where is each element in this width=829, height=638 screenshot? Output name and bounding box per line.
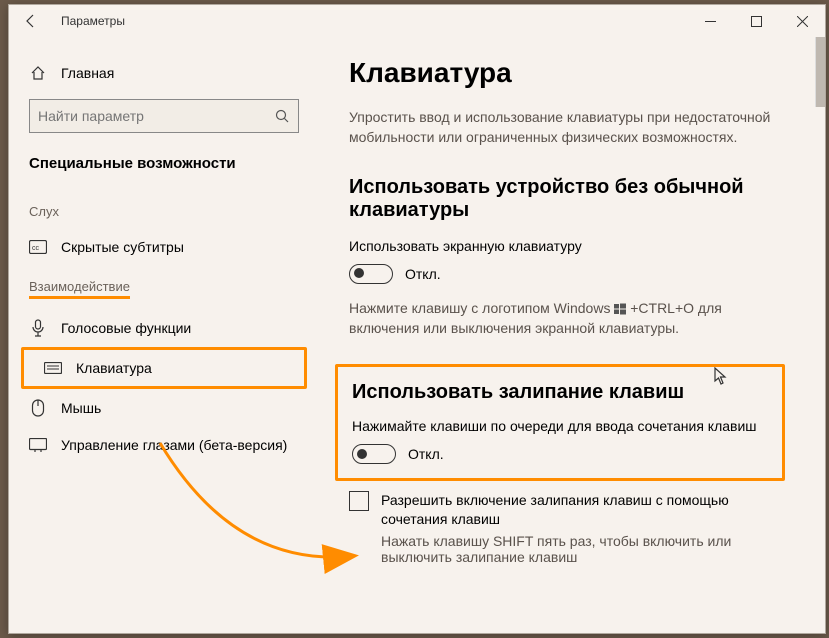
nav-closed-captions[interactable]: cc Скрытые субтитры	[9, 229, 319, 265]
osk-toggle-label: Использовать экранную клавиатуру	[349, 238, 795, 254]
captions-icon: cc	[29, 240, 47, 254]
sticky-heading: Использовать залипание клавиш	[352, 381, 768, 404]
sticky-toggle-state: Откл.	[408, 446, 444, 462]
settings-window: Параметры Главная Специальные возможност…	[8, 4, 826, 634]
page-title: Клавиатура	[349, 57, 795, 89]
sidebar: Главная Специальные возможности Слух cc …	[9, 37, 319, 633]
page-subtitle: Упростить ввод и использование клавиатур…	[349, 107, 795, 148]
nav-speech-label: Голосовые функции	[61, 320, 191, 336]
search-icon	[274, 108, 290, 124]
window-title: Параметры	[61, 14, 687, 28]
svg-text:cc: cc	[32, 245, 40, 252]
search-input[interactable]	[38, 108, 274, 124]
titlebar: Параметры	[9, 5, 825, 37]
nav-eye-control[interactable]: Управление глазами (бета-версия)	[9, 427, 319, 463]
keyboard-icon	[44, 362, 62, 374]
osk-toggle[interactable]	[349, 264, 393, 284]
cursor-icon	[714, 367, 728, 385]
nav-keyboard[interactable]: Клавиатура	[21, 347, 307, 389]
minimize-button[interactable]	[687, 5, 733, 37]
osk-hint: Нажмите клавишу с логотипом Windows +CTR…	[349, 298, 795, 339]
nav-mouse-label: Мышь	[61, 400, 101, 416]
home-icon	[29, 65, 47, 81]
sticky-toggle[interactable]	[352, 444, 396, 464]
windows-logo-icon	[614, 303, 626, 315]
eye-control-icon	[29, 438, 47, 452]
sticky-toggle-label: Нажимайте клавиши по очереди для ввода с…	[352, 418, 768, 434]
nav-home-label: Главная	[61, 65, 114, 81]
nav-eyecontrol-label: Управление глазами (бета-версия)	[61, 437, 287, 453]
sticky-shortcut-hint: Нажать клавишу SHIFT пять раз, чтобы вкл…	[381, 533, 795, 565]
osk-heading: Использовать устройство без обычной клав…	[349, 176, 795, 222]
sticky-shortcut-label: Разрешить включение залипания клавиш с п…	[381, 491, 795, 529]
sticky-shortcut-checkbox[interactable]	[349, 491, 369, 511]
search-box[interactable]	[29, 99, 299, 133]
back-button[interactable]	[23, 13, 47, 29]
nav-speech[interactable]: Голосовые функции	[9, 309, 319, 347]
scrollbar[interactable]	[815, 37, 825, 107]
mouse-icon	[29, 399, 47, 417]
main-content[interactable]: Клавиатура Упростить ввод и использовани…	[319, 37, 825, 633]
nav-captions-label: Скрытые субтитры	[61, 239, 184, 255]
maximize-button[interactable]	[733, 5, 779, 37]
nav-mouse[interactable]: Мышь	[9, 389, 319, 427]
group-interaction: Взаимодействие	[9, 265, 319, 309]
nav-keyboard-label: Клавиатура	[76, 360, 152, 376]
nav-home[interactable]: Главная	[9, 65, 319, 99]
sticky-shortcut-checkbox-row[interactable]: Разрешить включение залипания клавиш с п…	[349, 491, 795, 565]
close-button[interactable]	[779, 5, 825, 37]
group-hearing: Слух	[9, 190, 319, 229]
osk-toggle-state: Откл.	[405, 266, 441, 282]
section-title: Специальные возможности	[9, 155, 319, 190]
microphone-icon	[29, 319, 47, 337]
